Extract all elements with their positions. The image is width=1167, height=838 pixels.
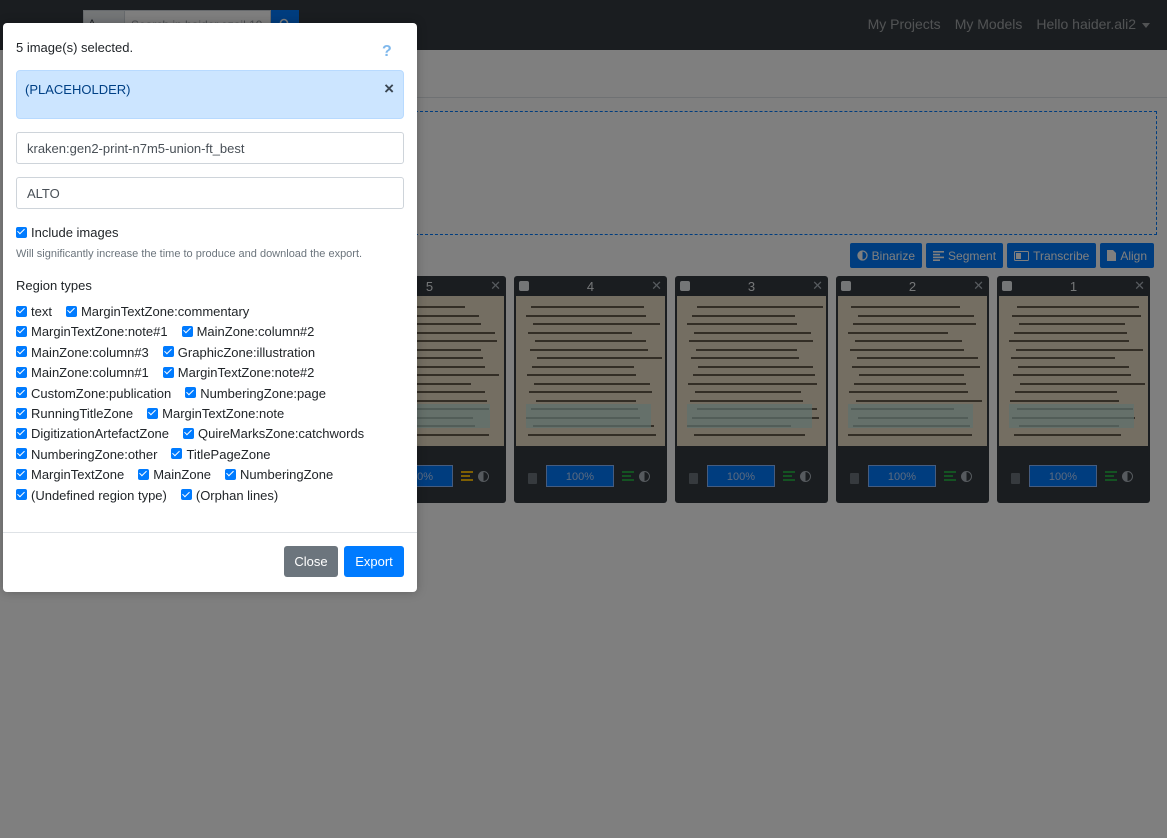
- region-type-option[interactable]: TitlePageZone: [171, 446, 271, 462]
- include-images-checkbox[interactable]: [16, 226, 27, 238]
- region-row: NumberingZone:other TitlePageZone: [16, 447, 411, 467]
- help-icon[interactable]: ?: [382, 43, 392, 61]
- region-type-checkbox[interactable]: [183, 427, 195, 439]
- region-type-checkbox[interactable]: [171, 448, 183, 460]
- region-type-checkbox[interactable]: [16, 346, 27, 358]
- region-type-option[interactable]: (Undefined region type): [16, 488, 167, 503]
- region-type-label: MainZone:column#1: [31, 365, 149, 381]
- region-type-option[interactable]: MarginTextZone:note#2: [162, 365, 315, 381]
- region-row: (Undefined region type) (Orphan lines): [16, 488, 411, 508]
- region-type-option[interactable]: MainZone: [138, 467, 211, 482]
- region-type-option[interactable]: MarginTextZone:note: [147, 406, 284, 421]
- region-types-list: text MarginTextZone:commentary MarginTextZ…: [16, 304, 411, 508]
- region-type-label: NumberingZone: [240, 467, 334, 483]
- region-type-option[interactable]: MainZone:column#3: [16, 345, 149, 360]
- close-button[interactable]: Close: [284, 546, 338, 577]
- region-type-option[interactable]: RunningTitleZone: [16, 406, 133, 421]
- format-select[interactable]: ALTO: [16, 177, 404, 209]
- include-images-row[interactable]: Include images: [16, 225, 118, 240]
- region-type-label: MarginTextZone:note#2: [177, 365, 315, 381]
- region-type-checkbox[interactable]: [16, 407, 27, 419]
- selected-count: 5 image(s) selected.: [16, 40, 134, 55]
- region-type-label: QuireMarksZone:catchwords: [198, 426, 365, 442]
- region-type-label: MainZone:column#2: [196, 324, 315, 340]
- region-type-label: MainZone:column#3: [31, 344, 149, 360]
- region-type-label: (Orphan lines): [195, 487, 279, 503]
- export-button[interactable]: Export: [344, 546, 404, 577]
- region-type-label: MarginTextZone:commentary: [80, 304, 250, 319]
- region-row: MainZone:column#1 MarginTextZone:note#2: [16, 365, 411, 385]
- region-type-option[interactable]: NumberingZone:other: [16, 447, 157, 462]
- region-row: MarginTextZone MainZone NumberingZone: [16, 467, 411, 487]
- include-images-help: Will significantly increase the time to …: [16, 248, 363, 260]
- region-type-option[interactable]: MainZone:column#1: [16, 365, 149, 380]
- alert-text: (PLACEHOLDER): [25, 82, 131, 97]
- region-type-checkbox[interactable]: [162, 346, 174, 358]
- region-type-checkbox[interactable]: [16, 387, 27, 399]
- region-row: DigitizationArtefactZone QuireMarksZone:c…: [16, 426, 411, 446]
- region-row: text MarginTextZone:commentary: [16, 304, 411, 324]
- export-modal: 5 image(s) selected. ? (PLACEHOLDER) × k…: [3, 23, 417, 592]
- region-type-option[interactable]: MarginTextZone: [16, 467, 124, 482]
- region-row: CustomZone:publication NumberingZone:page: [16, 386, 411, 406]
- close-icon[interactable]: ×: [384, 80, 394, 97]
- region-type-label: MarginTextZone:note: [162, 405, 285, 421]
- region-types-title: Region types: [16, 278, 92, 293]
- region-type-option[interactable]: MarginTextZone:note#1: [16, 324, 168, 339]
- region-type-option[interactable]: MarginTextZone:commentary: [65, 304, 250, 319]
- info-alert: (PLACEHOLDER) ×: [16, 70, 404, 119]
- region-type-checkbox[interactable]: [162, 366, 174, 378]
- transcription-select[interactable]: kraken:gen2-print-n7m5-union-ft_best: [16, 132, 404, 164]
- region-type-checkbox[interactable]: [16, 305, 27, 317]
- region-type-checkbox[interactable]: [180, 489, 192, 501]
- region-type-option[interactable]: NumberingZone:page: [185, 386, 326, 401]
- region-type-label: MarginTextZone:note#1: [31, 324, 168, 340]
- region-type-checkbox[interactable]: [16, 325, 27, 337]
- region-type-checkbox[interactable]: [16, 489, 27, 501]
- region-type-checkbox[interactable]: [16, 427, 27, 439]
- region-type-label: (Undefined region type): [31, 487, 167, 503]
- region-type-option[interactable]: QuireMarksZone:catchwords: [183, 426, 364, 441]
- region-type-option[interactable]: GraphicZone:illustration: [162, 344, 316, 360]
- include-images-label: Include images: [31, 225, 119, 240]
- region-type-option[interactable]: NumberingZone: [225, 467, 333, 482]
- region-type-label: MainZone: [153, 467, 212, 483]
- region-type-checkbox[interactable]: [225, 468, 237, 480]
- region-type-option[interactable]: CustomZone:publication: [16, 386, 171, 401]
- modal-footer-divider: [3, 532, 417, 533]
- region-type-option[interactable]: text: [16, 304, 52, 319]
- region-row: MainZone:column#3 GraphicZone:illustratio…: [16, 345, 411, 365]
- region-type-checkbox[interactable]: [147, 407, 159, 419]
- region-type-checkbox[interactable]: [16, 468, 27, 480]
- region-row: MarginTextZone:note#1 MainZone:column#2: [16, 324, 411, 344]
- region-type-label: GraphicZone:illustration: [177, 344, 316, 360]
- region-type-label: text: [31, 304, 52, 319]
- region-type-checkbox[interactable]: [181, 325, 193, 337]
- region-type-label: NumberingZone:other: [31, 446, 158, 462]
- region-type-option[interactable]: (Orphan lines): [180, 487, 279, 503]
- region-type-checkbox[interactable]: [185, 387, 197, 399]
- region-type-checkbox[interactable]: [16, 366, 27, 378]
- region-type-checkbox[interactable]: [16, 448, 27, 460]
- region-type-checkbox[interactable]: [65, 305, 77, 317]
- region-type-label: NumberingZone:page: [200, 385, 326, 401]
- region-type-checkbox[interactable]: [138, 468, 150, 480]
- region-row: RunningTitleZone MarginTextZone:note: [16, 406, 411, 426]
- region-type-label: TitlePageZone: [186, 446, 271, 462]
- region-type-option[interactable]: MainZone:column#2: [181, 324, 315, 340]
- region-type-label: MarginTextZone: [31, 467, 125, 483]
- region-type-option[interactable]: DigitizationArtefactZone: [16, 426, 169, 441]
- region-type-label: CustomZone:publication: [31, 385, 172, 401]
- region-type-label: RunningTitleZone: [31, 405, 134, 421]
- region-type-label: DigitizationArtefactZone: [31, 426, 170, 442]
